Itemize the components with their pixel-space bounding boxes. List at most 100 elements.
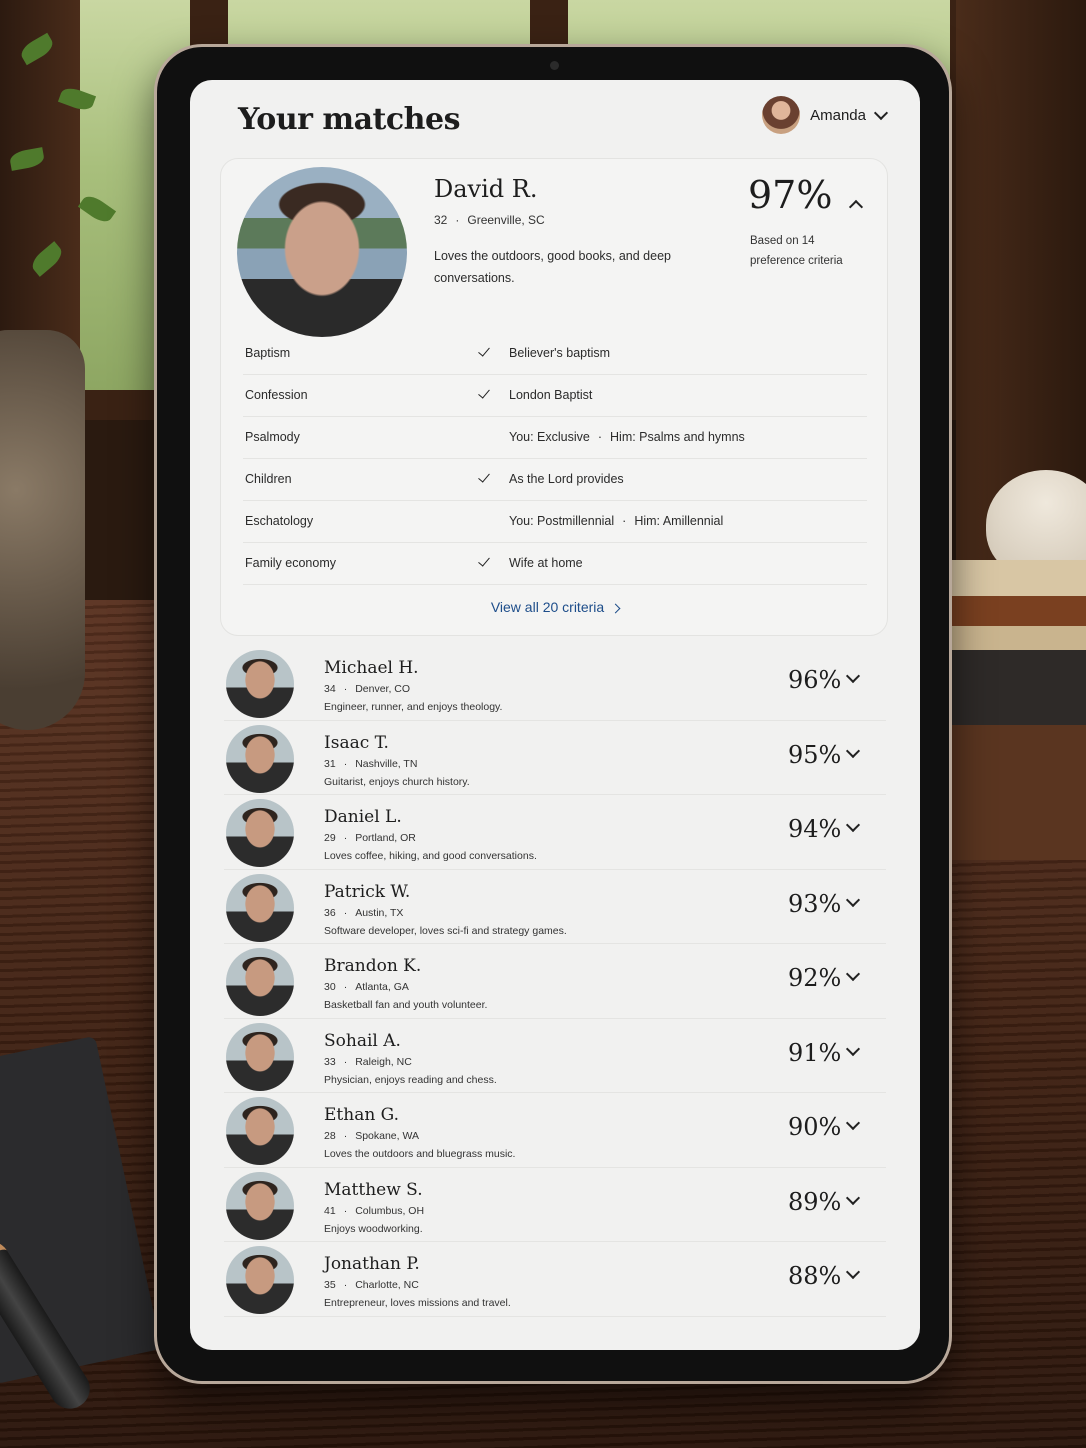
criteria-value: London Baptist — [509, 388, 593, 402]
separator-dot: · — [343, 1055, 348, 1068]
profile-photo — [237, 167, 407, 337]
separator-dot: · — [343, 1130, 348, 1142]
separator-dot: · — [343, 757, 348, 770]
match-meta: 28 · Spokane, WA — [324, 1130, 419, 1142]
chevron-down-icon[interactable] — [845, 1190, 861, 1205]
criteria-label: Baptism — [245, 346, 291, 360]
match-location: Atlanta, GA — [355, 981, 409, 993]
match-meta: 35 · Charlotte, NC — [324, 1279, 419, 1291]
avatar — [226, 1097, 294, 1165]
match-location: Charlotte, NC — [355, 1279, 419, 1291]
criteria-row: Psalmody You: Exclusive · Him: Psalms and h… — [243, 417, 867, 459]
view-all-label: View all 20 criteria — [490, 599, 605, 615]
avatar — [226, 1171, 294, 1240]
match-location: Columbus, OH — [355, 1204, 425, 1217]
match-location: Raleigh, NC — [355, 1055, 412, 1068]
chevron-down-icon[interactable] — [845, 817, 861, 833]
chevron-down-icon — [873, 105, 889, 120]
match-row[interactable]: Matthew S. 41 · Columbus, OH Enjoys woodwork… — [224, 1168, 886, 1242]
chevron-up-icon[interactable] — [848, 199, 864, 215]
avatar — [226, 1022, 294, 1091]
match-location: Denver, CO — [355, 683, 411, 695]
chevron-down-icon[interactable] — [845, 1115, 861, 1131]
match-age: 35 — [324, 1279, 336, 1291]
match-percentage: 89% — [788, 1187, 842, 1216]
match-age: 28 — [324, 1130, 336, 1142]
chevron-right-icon — [610, 603, 621, 614]
avatar — [226, 1246, 294, 1314]
match-row[interactable]: Ethan G. 28 · Spokane, WA Loves the outdoors… — [224, 1093, 886, 1168]
criteria-label: Family economy — [245, 556, 336, 570]
criteria-row: Children As the Lord provides — [243, 459, 867, 501]
match-name: David R. — [434, 175, 538, 203]
match-percentage: 88% — [788, 1262, 842, 1290]
avatar — [226, 724, 294, 793]
avatar — [762, 96, 801, 134]
match-row[interactable]: Michael H. 34 · Denver, CO Engineer, runner,… — [224, 646, 886, 721]
chevron-down-icon[interactable] — [845, 1264, 861, 1280]
separator-dot: · — [343, 683, 348, 695]
chevron-down-icon[interactable] — [845, 966, 861, 982]
match-name: Brandon K. — [324, 956, 422, 976]
match-list: Michael H. 34 · Denver, CO Engineer, runner,… — [224, 646, 886, 1317]
match-meta: 30 · Atlanta, GA — [324, 981, 409, 993]
featured-match-card: David R. 32 · Greenville, SC Loves the out… — [220, 158, 888, 636]
match-meta: 33 · Raleigh, NC — [324, 1056, 412, 1068]
check-icon — [477, 387, 491, 401]
match-location: Portland, OR — [355, 832, 416, 844]
check-icon — [477, 345, 491, 359]
user-menu[interactable]: Amanda — [762, 96, 889, 134]
match-bio: Loves the outdoors, good books, and deep… — [434, 249, 671, 285]
match-row[interactable]: Patrick W. 36 · Austin, TX Software develope… — [224, 870, 886, 944]
match-bio: Basketball fan and youth volunteer. — [324, 999, 488, 1011]
match-bio: Loves the outdoors and bluegrass music. — [324, 1148, 516, 1160]
page-title: Your matches — [238, 102, 460, 137]
separator-dot: · — [455, 213, 460, 227]
match-age: 33 — [324, 1055, 336, 1068]
match-bio: Loves coffee, hiking, and good conversat… — [324, 850, 537, 862]
criteria-value-him: Him: Psalms and hymns — [610, 430, 745, 444]
match-row[interactable]: Sohail A. 33 · Raleigh, NC Physician, enjoys… — [224, 1019, 886, 1093]
avatar — [226, 650, 294, 718]
separator-dot: · — [622, 514, 627, 528]
match-age: 32 — [434, 213, 448, 227]
match-meta: 36 · Austin, TX — [324, 907, 403, 919]
match-basis: Based on 14 preference criteria — [750, 235, 843, 267]
check-icon — [477, 471, 491, 485]
match-name: Michael H. — [324, 658, 419, 678]
match-name: Ethan G. — [324, 1105, 400, 1125]
match-percentage: 96% — [788, 666, 842, 694]
separator-dot: · — [343, 1279, 348, 1291]
match-row[interactable]: Jonathan P. 35 · Charlotte, NC Entrepreneur,… — [224, 1242, 886, 1317]
view-all-criteria-link[interactable]: View all 20 criteria — [221, 599, 889, 615]
match-age: 29 — [324, 832, 336, 844]
criteria-label: Eschatology — [245, 514, 314, 528]
match-percentage: 95% — [788, 740, 842, 769]
separator-dot: · — [343, 832, 348, 844]
match-meta: 32 · Greenville, SC — [434, 213, 545, 227]
match-percentage: 90% — [788, 1113, 842, 1141]
chevron-down-icon[interactable] — [845, 668, 861, 684]
match-row[interactable]: Isaac T. 31 · Nashville, TN Guitarist, enjoy… — [224, 721, 886, 795]
criteria-row: Confession London Baptist — [243, 375, 867, 417]
chevron-down-icon[interactable] — [845, 1041, 861, 1056]
chevron-down-icon[interactable] — [845, 743, 861, 758]
match-bio: Guitarist, enjoys church history. — [324, 775, 470, 788]
match-location: Nashville, TN — [355, 757, 418, 770]
criteria-row: Family economy Wife at home — [243, 543, 867, 585]
match-percentage: 92% — [788, 964, 842, 992]
criteria-row: Eschatology You: Postmillennial · Him: Amil… — [243, 501, 867, 543]
match-age: 31 — [324, 757, 336, 770]
separator-dot: · — [343, 906, 348, 919]
criteria-value: Wife at home — [509, 556, 583, 570]
match-row[interactable]: Brandon K. 30 · Atlanta, GA Basketball fan a… — [224, 944, 886, 1019]
match-bio: Entrepreneur, loves missions and travel. — [324, 1297, 511, 1309]
chevron-down-icon[interactable] — [845, 892, 861, 907]
match-row[interactable]: Daniel L. 29 · Portland, OR Loves coffee, hi… — [224, 795, 886, 870]
criteria-value: You: Exclusive · Him: Psalms and hymns — [509, 430, 745, 444]
check-icon — [477, 555, 491, 569]
match-name: Matthew S. — [324, 1179, 423, 1200]
criteria-value: Believer's baptism — [509, 346, 611, 360]
plant-pot — [0, 330, 85, 730]
separator-dot: · — [343, 981, 348, 993]
